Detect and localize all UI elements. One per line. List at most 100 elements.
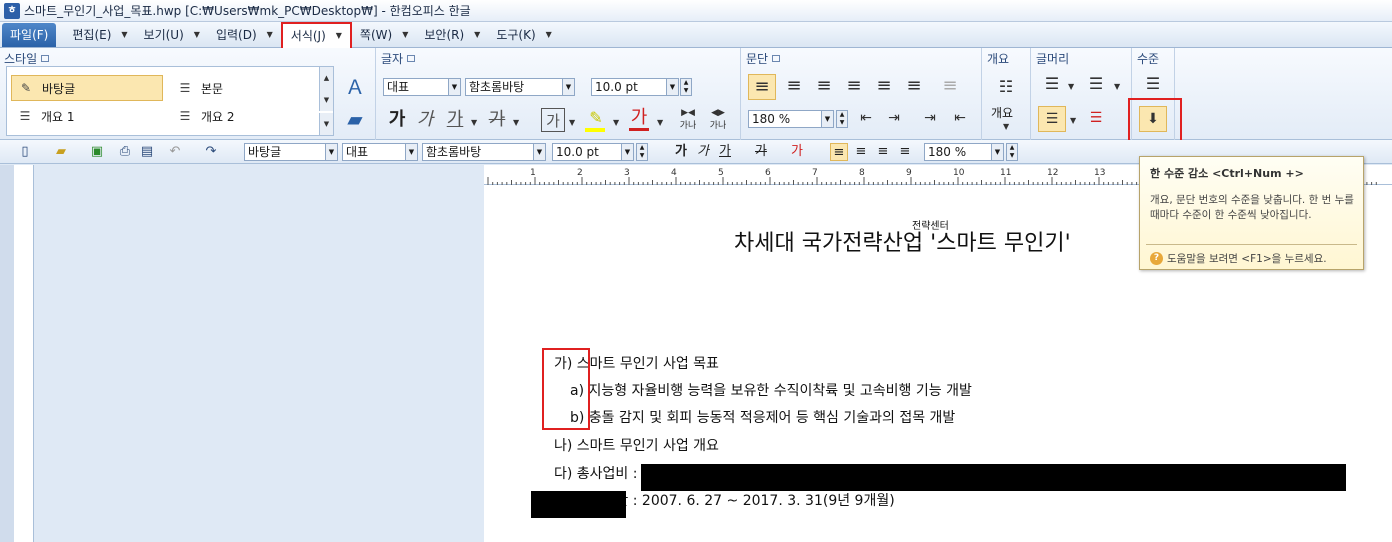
style-item-normal[interactable]: ✎ 바탕글 (11, 75, 163, 101)
dialog-launcher-icon[interactable] (41, 55, 50, 62)
line-break-button[interactable]: ≡ (936, 74, 964, 100)
chevron-down-icon[interactable]: ▼ (569, 118, 575, 127)
menu-security[interactable]: 보안(R) ▼ (416, 23, 488, 47)
align-right-button-2[interactable]: ≡ (896, 143, 914, 161)
redo-icon[interactable]: ↷ (202, 143, 220, 161)
align-right-button[interactable]: ≡ (840, 74, 868, 100)
menu-tools[interactable]: 도구(K) ▼ (488, 23, 559, 47)
outline-char-button[interactable]: 가 (541, 108, 565, 132)
style-item-outline1[interactable]: ☰ 개요 1 (11, 103, 163, 129)
numbered-list-icon[interactable]: ☰ (1038, 106, 1066, 132)
bold-button-2[interactable]: 가 (672, 143, 690, 161)
narrow-icon: ▶◀ (681, 108, 695, 118)
style-item-body[interactable]: ☰ 본문 (171, 75, 316, 101)
outline-icon[interactable]: ☷ (993, 74, 1019, 100)
line-spacing-spinner[interactable]: ▲ ▼ (836, 110, 848, 128)
strike-button[interactable]: 가 (485, 108, 509, 132)
chevron-down-icon[interactable]: ▼ (513, 118, 519, 127)
font-size-input-2[interactable]: 10.0 pt ▼ (552, 143, 634, 161)
justify-button-2[interactable]: ≡ (830, 143, 848, 161)
menu-insert[interactable]: 입력(D) ▼ (208, 23, 281, 47)
line-spacing-input-2[interactable]: 180 % ▼ (924, 143, 1004, 161)
align-left-button[interactable]: ≡ (780, 74, 808, 100)
chevron-down-icon[interactable]: ▼ (1003, 122, 1009, 131)
doc-line: a) 지능형 자율비행 능력을 보유한 수직이착륙 및 고속비행 기능 개발 (570, 383, 972, 399)
font-color-button-2[interactable]: 가 (788, 143, 806, 161)
align-left-button-2[interactable]: ≡ (852, 143, 870, 161)
menu-format[interactable]: 서식(J) ▼ (280, 21, 352, 50)
highlight-icon[interactable]: ✎ (583, 106, 609, 130)
justify-button[interactable]: ≡ (748, 74, 776, 100)
decrease-spacing-icon[interactable]: ⇤ (852, 106, 880, 132)
window-title: 스마트_무인기_사업_목표.hwp [C:₩Users₩mk_PC₩Deskto… (24, 4, 471, 18)
narrow-spacing-button[interactable]: ▶◀ 가나 (675, 108, 701, 131)
open-folder-icon[interactable]: ▰ (52, 143, 70, 161)
scroll-down-button[interactable]: ▼ (319, 89, 333, 111)
print-icon[interactable]: ⎙ (116, 143, 134, 161)
undo-icon[interactable]: ↶ (166, 143, 184, 161)
chevron-down-icon[interactable]: ▼ (1114, 82, 1120, 91)
style-folder-icon[interactable]: ▰ (342, 106, 368, 132)
document-title: 차세대 국가전략산업 '스마트 무인기' (734, 231, 1071, 256)
ruler-label: 5 (718, 168, 724, 178)
divide-button[interactable]: ≡ (900, 74, 928, 100)
chevron-down-icon[interactable]: ▼ (613, 118, 619, 127)
chevron-down-icon[interactable]: ▼ (1068, 82, 1074, 91)
dialog-launcher-icon[interactable] (772, 55, 781, 62)
align-center-button[interactable]: ≡ (810, 74, 838, 100)
outdent-icon[interactable]: ⇤ (946, 106, 974, 132)
wide-icon: ◀▶ (711, 108, 725, 118)
distribute-button[interactable]: ≡ (870, 74, 898, 100)
tooltip: 한 수준 감소 <Ctrl+Num +> 개요, 문단 번호의 수준을 낮춥니다… (1139, 156, 1364, 270)
scroll-up-button[interactable]: ▲ (319, 67, 333, 89)
highlight-box-level (1128, 98, 1182, 145)
doc-line: 나) 스마트 무인기 사업 개요 (554, 438, 719, 454)
font-name-select-2[interactable]: 함초롬바탕 ▼ (422, 143, 546, 161)
level-increase-icon[interactable]: ☰ (1139, 72, 1167, 98)
menu-file[interactable]: 파일(F) (2, 22, 57, 47)
title-bar: ㅎ 스마트_무인기_사업_목표.hwp [C:₩Users₩mk_PC₩Desk… (0, 0, 1392, 22)
font-size-spinner-2[interactable]: ▲ ▼ (636, 143, 648, 161)
numbered-list2-icon[interactable]: ☰ (1082, 106, 1110, 132)
preview-icon[interactable]: ▤ (138, 143, 156, 161)
underline-button-2[interactable]: 가 (716, 143, 734, 161)
bullet-list2-icon[interactable]: ☰ (1082, 72, 1110, 98)
outline-button[interactable]: 개요 (991, 104, 1013, 121)
line-spacing-input[interactable]: 180 % ▼ (748, 110, 834, 128)
wide-spacing-button[interactable]: ◀▶ 가나 (705, 108, 731, 131)
font-size-input[interactable]: 10.0 pt ▼ (591, 78, 679, 96)
highlight-box-numbering (542, 348, 590, 430)
vertical-ruler[interactable] (14, 165, 34, 542)
chevron-down-icon[interactable]: ▼ (1070, 116, 1076, 125)
font-color-button[interactable]: 가 (627, 106, 651, 130)
dialog-launcher-icon[interactable] (407, 55, 416, 62)
ribbon: 스타일 ✎ 바탕글 ☰ 본문 ☰ 개요 1 ☰ 개요 2 ▲ ▼ ▼ Ａ ▰ 글자 대표… (0, 48, 1392, 145)
bullet-list-icon[interactable]: ☰ (1038, 72, 1066, 98)
chevron-down-icon[interactable]: ▼ (657, 118, 663, 127)
font-name-select[interactable]: 함초롬바탕 ▼ (465, 78, 575, 96)
menu-page[interactable]: 쪽(W) ▼ (352, 23, 416, 47)
indent-icon[interactable]: ⇥ (916, 106, 944, 132)
underline-button[interactable]: 가 (443, 108, 467, 132)
font-lang-select[interactable]: 대표 ▼ (383, 78, 461, 96)
style-select[interactable]: 바탕글 ▼ (244, 143, 338, 161)
new-document-icon[interactable]: ▯ (16, 143, 34, 161)
redaction-bar (641, 464, 1346, 491)
font-size-spinner[interactable]: ▲ ▼ (680, 78, 692, 96)
scroll-more-button[interactable]: ▼ (319, 113, 333, 135)
style-item-outline2[interactable]: ☰ 개요 2 (171, 103, 316, 129)
line-spacing-spinner-2[interactable]: ▲ ▼ (1006, 143, 1018, 161)
align-center-button-2[interactable]: ≡ (874, 143, 892, 161)
menu-view[interactable]: 보기(U) ▼ (136, 23, 208, 47)
save-icon[interactable]: ▣ (88, 143, 106, 161)
chevron-down-icon: ▼ (325, 144, 337, 160)
bold-button[interactable]: 가 (385, 108, 409, 132)
italic-button[interactable]: 가 (413, 108, 437, 132)
increase-spacing-icon[interactable]: ⇥ (880, 106, 908, 132)
italic-button-2[interactable]: 가 (694, 143, 712, 161)
strike-button-2[interactable]: 가 (752, 143, 770, 161)
chevron-down-icon[interactable]: ▼ (471, 118, 477, 127)
style-edit-icon[interactable]: Ａ (342, 74, 368, 100)
menu-edit[interactable]: 편집(E) ▼ (64, 23, 135, 47)
font-lang-select-2[interactable]: 대표 ▼ (342, 143, 418, 161)
